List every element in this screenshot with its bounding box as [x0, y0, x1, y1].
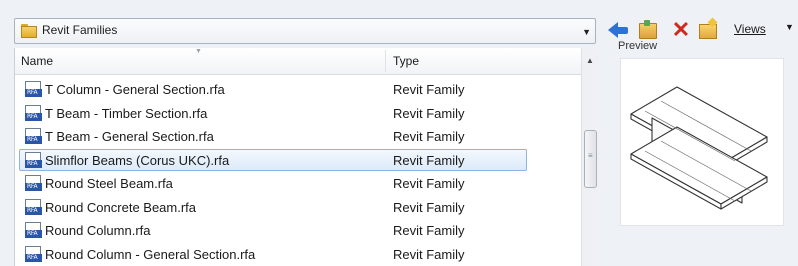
chevron-down-icon[interactable]: ▼ — [582, 27, 591, 37]
column-divider[interactable] — [385, 50, 386, 72]
rfa-file-icon: RFA — [25, 198, 43, 216]
file-name: T Beam - General Section.rfa — [45, 129, 214, 144]
rfa-file-icon: RFA — [25, 104, 43, 122]
rfa-file-icon: RFA — [25, 128, 43, 145]
i-beam-thumbnail-icon — [630, 86, 768, 210]
back-arrow-icon[interactable] — [608, 19, 630, 41]
folder-up-icon[interactable] — [637, 19, 659, 41]
preview-label: Preview — [618, 40, 658, 52]
file-name: Round Column.rfa — [45, 223, 151, 238]
sort-indicator-icon: ▼ — [195, 48, 202, 55]
file-type: Revit Family — [393, 246, 465, 262]
file-rows: RFA T Column - General Section.rfa Revit F… — [15, 78, 585, 266]
rfa-file-icon: RFA — [25, 245, 43, 263]
views-button[interactable]: Views — [734, 22, 766, 36]
file-row[interactable]: RFA T Beam - Timber Section.rfa Revit Fami… — [15, 102, 585, 126]
folder-icon — [21, 24, 37, 38]
file-type: Revit Family — [393, 105, 465, 121]
file-type: Revit Family — [393, 82, 465, 97]
file-name: Slimflor Beams (Corus UKC).rfa — [45, 152, 230, 168]
file-browser-window: Revit Families ▼ ✕ Views ▼ ▼ Name Type R… — [0, 0, 798, 266]
list-header: ▼ Name Type — [15, 48, 585, 75]
file-row[interactable]: RFA T Column - General Section.rfa Revit F… — [15, 78, 585, 102]
file-name: Round Concrete Beam.rfa — [45, 199, 197, 215]
file-type: Revit Family — [393, 199, 465, 215]
scroll-up-arrow-icon[interactable]: ▲ — [586, 56, 594, 65]
file-row[interactable]: RFA Round Column - General Section.rfa Rev… — [15, 243, 585, 266]
file-row[interactable]: RFA Round Concrete Beam.rfa Revit Family — [15, 196, 585, 220]
location-path: Revit Families — [42, 23, 118, 37]
rfa-file-icon: RFA — [25, 81, 43, 98]
file-name: T Column - General Section.rfa — [45, 82, 225, 97]
file-name: T Beam - Timber Section.rfa — [45, 105, 208, 121]
column-header-name[interactable]: Name — [21, 54, 53, 68]
file-name: Round Steel Beam.rfa — [45, 176, 173, 191]
rfa-file-icon: RFA — [25, 222, 43, 239]
location-combo[interactable]: Revit Families ▼ — [14, 18, 596, 44]
file-name: Round Column - General Section.rfa — [45, 246, 256, 262]
preview-box — [620, 58, 784, 226]
file-row[interactable]: RFA Round Steel Beam.rfa Revit Family — [15, 172, 585, 196]
file-type: Revit Family — [393, 152, 465, 168]
file-type: Revit Family — [393, 176, 465, 191]
file-row[interactable]: RFA Round Column.rfa Revit Family — [15, 219, 585, 243]
file-type: Revit Family — [393, 129, 465, 144]
file-row[interactable]: RFA T Beam - General Section.rfa Revit Fam… — [15, 125, 585, 149]
vertical-scrollbar[interactable]: ▲ ≡ — [581, 48, 599, 266]
scroll-thumb[interactable]: ≡ — [584, 130, 597, 188]
file-type: Revit Family — [393, 223, 465, 238]
column-header-type[interactable]: Type — [393, 54, 419, 68]
file-row[interactable]: RFA Slimflor Beams (Corus UKC).rfa Revit F… — [15, 148, 585, 173]
file-list: ▼ Name Type RFA T Column - General Sectio… — [14, 48, 585, 266]
delete-icon[interactable]: ✕ — [670, 19, 692, 41]
grip-icon: ≡ — [588, 151, 593, 160]
views-dropdown-icon[interactable]: ▼ — [785, 22, 794, 32]
new-folder-icon[interactable] — [697, 17, 719, 41]
rfa-file-icon: RFA — [25, 151, 43, 169]
rfa-file-icon: RFA — [25, 175, 43, 192]
